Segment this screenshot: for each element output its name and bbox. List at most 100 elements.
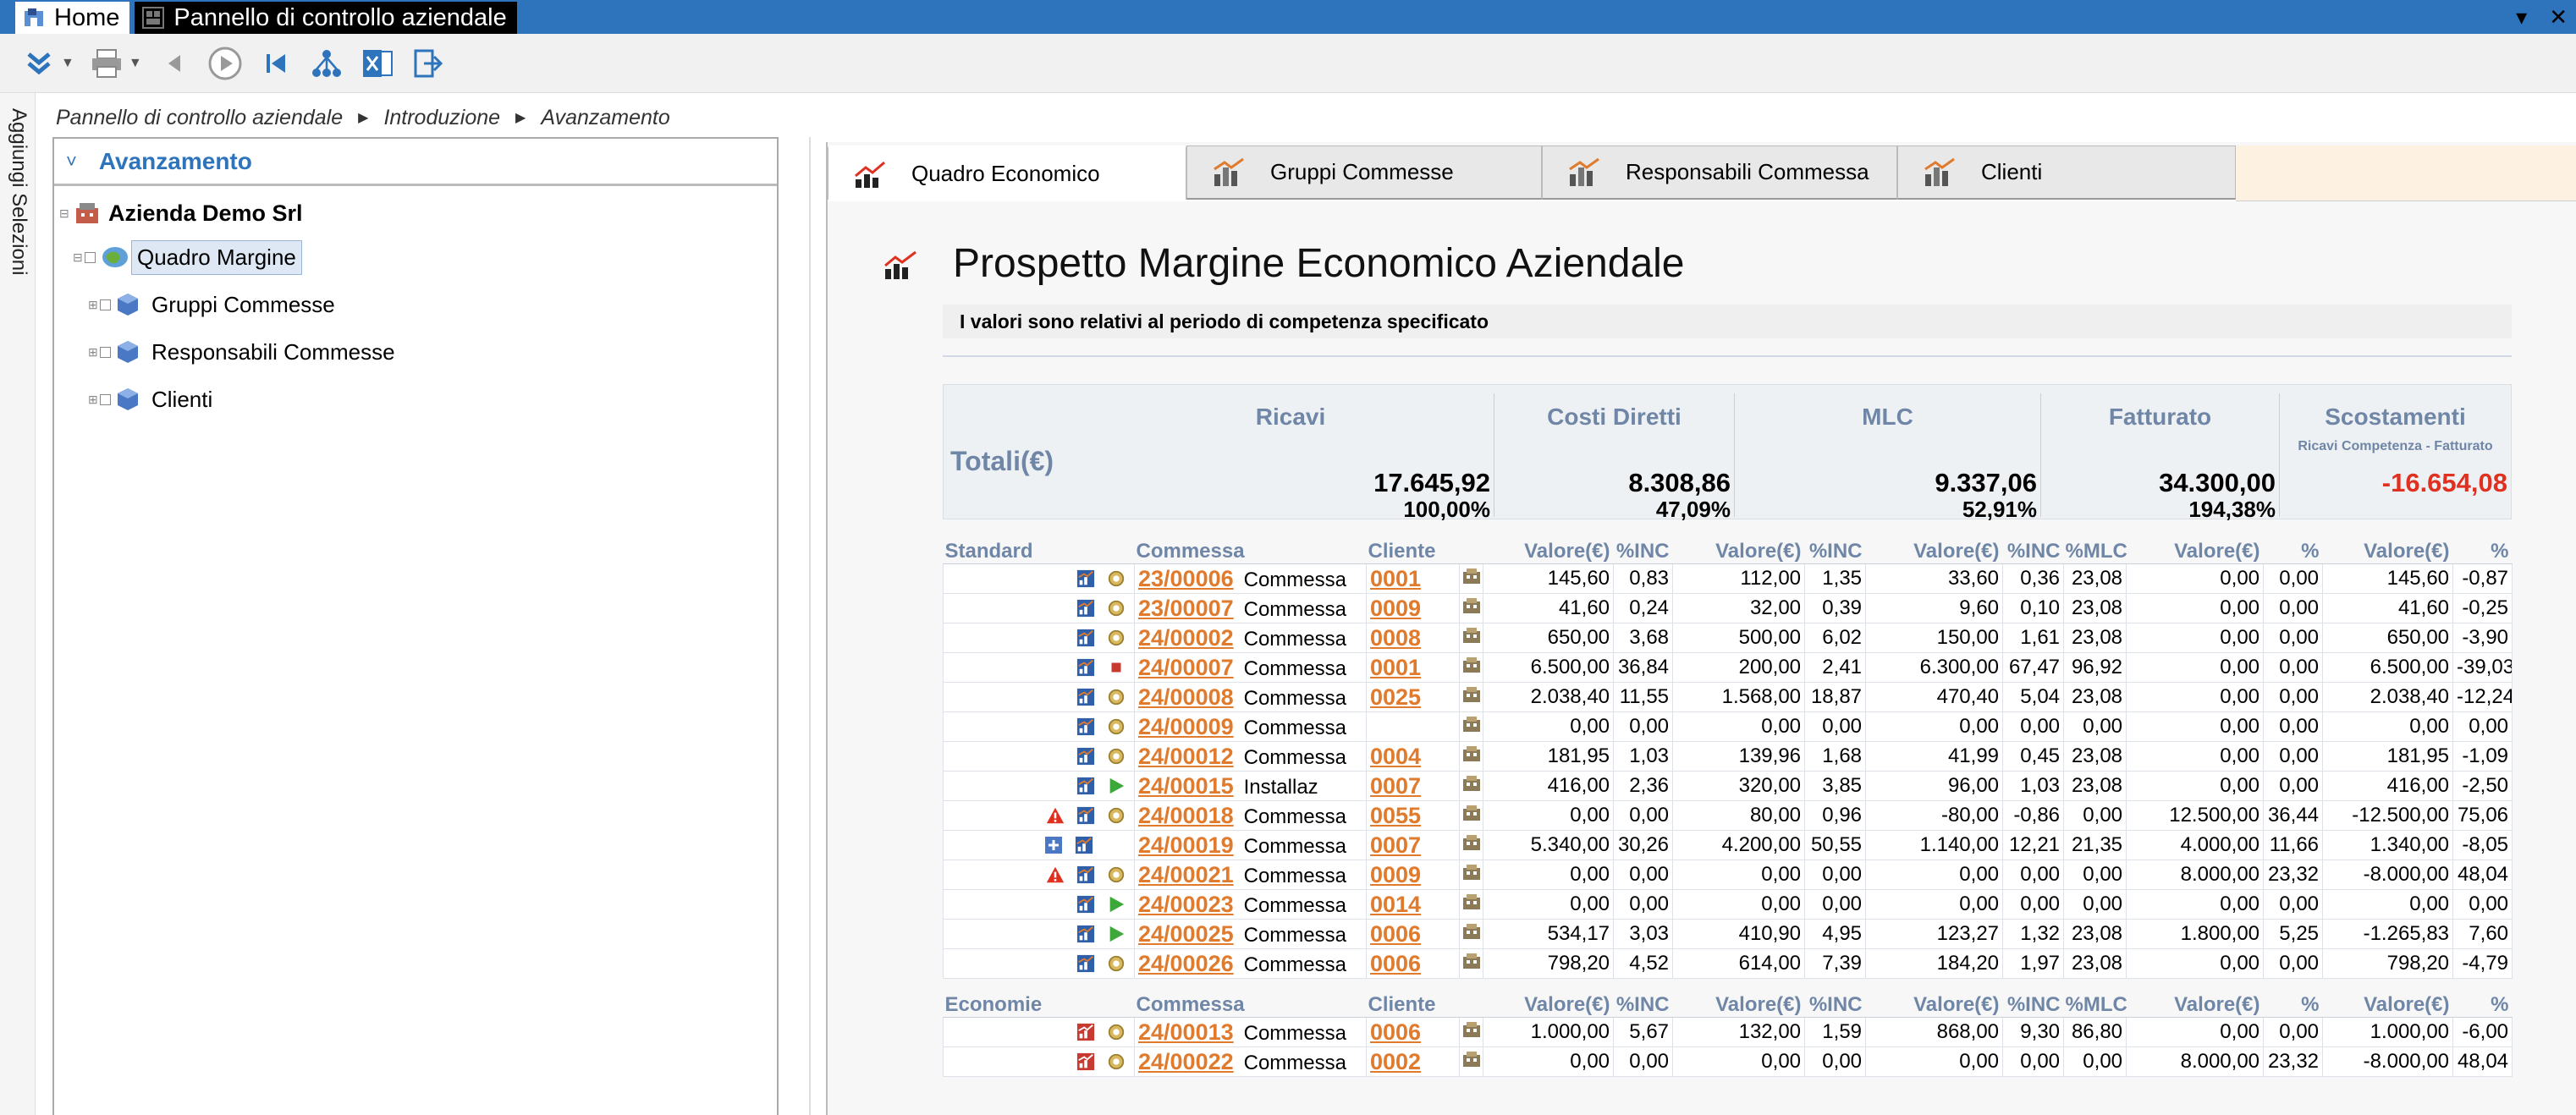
tree-checkbox[interactable] [100, 346, 111, 358]
client-icon-cell[interactable] [1458, 682, 1484, 712]
client-icon-cell[interactable] [1458, 889, 1484, 920]
tab-quadro-economico[interactable]: Quadro Economico [828, 146, 1186, 200]
job-code-link[interactable]: 24/00021 [1138, 862, 1234, 887]
job-code-link[interactable]: 24/00009 [1138, 714, 1234, 739]
exit-button[interactable] [405, 40, 452, 87]
table-row[interactable]: 24/00007 Commessa 0001 6.500,00 36,84 200,00 2… [943, 652, 2513, 683]
job-icon[interactable] [1076, 1052, 1095, 1071]
client-icon[interactable] [1461, 922, 1482, 941]
first-button[interactable] [252, 40, 300, 87]
tab-pannello[interactable]: Pannello di controllo aziendale [135, 2, 517, 34]
client-icon[interactable] [1461, 774, 1482, 793]
tree-node-azienda[interactable]: ⊟ Azienda Demo Srl [59, 191, 303, 235]
table-row[interactable]: 24/00002 Commessa 0008 650,00 3,68 500,00 6,02… [943, 623, 2513, 653]
client-icon-cell[interactable] [1458, 1017, 1484, 1047]
client-icon[interactable] [1461, 863, 1482, 882]
job-icon[interactable] [1076, 599, 1095, 618]
tree-checkbox[interactable] [100, 393, 111, 405]
tree-checkbox[interactable] [85, 251, 96, 263]
table-row[interactable]: 23/00006 Commessa 0001 145,60 0,83 112,00 1,35… [943, 563, 2513, 594]
client-code-link[interactable]: 0014 [1366, 889, 1460, 920]
client-icon-cell[interactable] [1458, 563, 1484, 594]
job-icon[interactable] [1076, 954, 1095, 973]
job-code-link[interactable]: 24/00025 [1138, 921, 1234, 947]
client-icon[interactable] [1461, 804, 1482, 822]
tree-node-gruppi[interactable]: ⊞ Gruppi Commesse [88, 283, 335, 327]
breadcrumb-item[interactable]: Introduzione [383, 106, 500, 130]
tab-responsabili-commessa[interactable]: Responsabili Commessa [1542, 146, 1897, 200]
client-icon[interactable] [1461, 952, 1482, 970]
tab-gruppi-commesse[interactable]: Gruppi Commesse [1186, 146, 1542, 200]
print-button[interactable] [83, 40, 130, 87]
play-button[interactable] [201, 40, 249, 87]
table-row[interactable]: 24/00015 Installaz 0007 416,00 2,36 320,00 3,8… [943, 771, 2513, 801]
job-code-link[interactable]: 24/00022 [1138, 1049, 1234, 1074]
client-code-link[interactable]: 0055 [1366, 800, 1460, 831]
expand-node-icon[interactable]: ⊞ [88, 393, 100, 407]
table-row[interactable]: 24/00013 Commessa 0006 1.000,00 5,67 132,00 1,… [943, 1017, 2513, 1047]
hierarchy-button[interactable] [303, 40, 350, 87]
expand-node-icon[interactable]: ⊞ [88, 345, 100, 360]
client-icon[interactable] [1461, 626, 1482, 645]
client-icon-cell[interactable] [1458, 919, 1484, 949]
client-icon[interactable] [1461, 1050, 1482, 1068]
job-code-link[interactable]: 24/00013 [1138, 1019, 1234, 1045]
excel-button[interactable] [354, 40, 401, 87]
job-code-link[interactable]: 24/00007 [1138, 655, 1234, 680]
client-icon-cell[interactable] [1458, 771, 1484, 801]
client-code-link[interactable] [1366, 711, 1460, 742]
client-icon-cell[interactable] [1458, 800, 1484, 831]
client-code-link[interactable]: 0006 [1366, 919, 1460, 949]
table-row[interactable]: 24/00008 Commessa 0025 2.038,40 11,55 1.568,0… [943, 682, 2513, 712]
table-row[interactable]: 24/00009 Commessa 0,00 0,00 0,00 0,00 0,00 0,00… [943, 711, 2513, 742]
job-icon[interactable] [1076, 895, 1095, 914]
client-icon-cell[interactable] [1458, 741, 1484, 772]
chevron-down-icon[interactable]: ▼ [129, 56, 142, 71]
client-icon[interactable] [1461, 715, 1482, 733]
client-icon-cell[interactable] [1458, 623, 1484, 653]
job-icon[interactable] [1076, 1023, 1095, 1041]
chevron-down-icon[interactable]: ▼ [61, 56, 74, 71]
collapse-icon[interactable]: ⊟ [73, 250, 85, 265]
table-row[interactable]: 24/00022 Commessa 0002 0,00 0,00 0,00 0,00 0,00… [943, 1046, 2513, 1077]
panel-splitter[interactable] [809, 137, 811, 1115]
client-icon-cell[interactable] [1458, 948, 1484, 979]
client-code-link[interactable]: 0009 [1366, 593, 1460, 623]
client-code-link[interactable]: 0006 [1366, 1017, 1460, 1047]
client-icon[interactable] [1461, 893, 1482, 911]
add-selections-strip[interactable]: Aggiungi Selezioni [0, 93, 36, 1115]
client-icon[interactable] [1461, 833, 1482, 852]
job-icon[interactable] [1076, 747, 1095, 766]
client-code-link[interactable]: 0001 [1366, 563, 1460, 594]
client-code-link[interactable]: 0004 [1366, 741, 1460, 772]
expand-button[interactable] [15, 40, 63, 87]
table-row[interactable]: 24/00012 Commessa 0004 181,95 1,03 139,96 1,68… [943, 741, 2513, 772]
job-code-link[interactable]: 24/00018 [1138, 803, 1234, 828]
table-row[interactable]: 24/00025 Commessa 0006 534,17 3,03 410,90 4,95… [943, 919, 2513, 949]
client-icon-cell[interactable] [1458, 593, 1484, 623]
job-code-link[interactable]: 24/00023 [1138, 892, 1234, 917]
client-icon-cell[interactable] [1458, 1046, 1484, 1077]
job-icon[interactable] [1076, 806, 1095, 825]
job-code-link[interactable]: 24/00012 [1138, 744, 1234, 769]
client-icon[interactable] [1461, 567, 1482, 585]
table-row[interactable]: 24/00018 Commessa 0055 0,00 0,00 80,00 0,96 -80… [943, 800, 2513, 831]
client-icon-cell[interactable] [1458, 860, 1484, 890]
dropdown-icon[interactable]: ▾ [2516, 4, 2527, 30]
client-code-link[interactable]: 0008 [1366, 623, 1460, 653]
job-code-link[interactable]: 23/00007 [1138, 596, 1234, 621]
client-code-link[interactable]: 0002 [1366, 1046, 1460, 1077]
job-icon[interactable] [1076, 629, 1095, 647]
client-icon[interactable] [1461, 1020, 1482, 1039]
tree-node-clienti[interactable]: ⊞ Clienti [88, 377, 212, 421]
client-icon[interactable] [1461, 744, 1482, 763]
client-code-link[interactable]: 0001 [1366, 652, 1460, 683]
job-icon[interactable] [1076, 688, 1095, 706]
job-icon[interactable] [1076, 717, 1095, 736]
client-icon-cell[interactable] [1458, 830, 1484, 860]
expand-row-icon[interactable] [1044, 836, 1063, 854]
tree-checkbox[interactable] [100, 299, 111, 310]
job-icon[interactable] [1076, 658, 1095, 677]
tree-node-responsabili[interactable]: ⊞ Responsabili Commesse [88, 330, 395, 374]
client-code-link[interactable]: 0007 [1366, 830, 1460, 860]
